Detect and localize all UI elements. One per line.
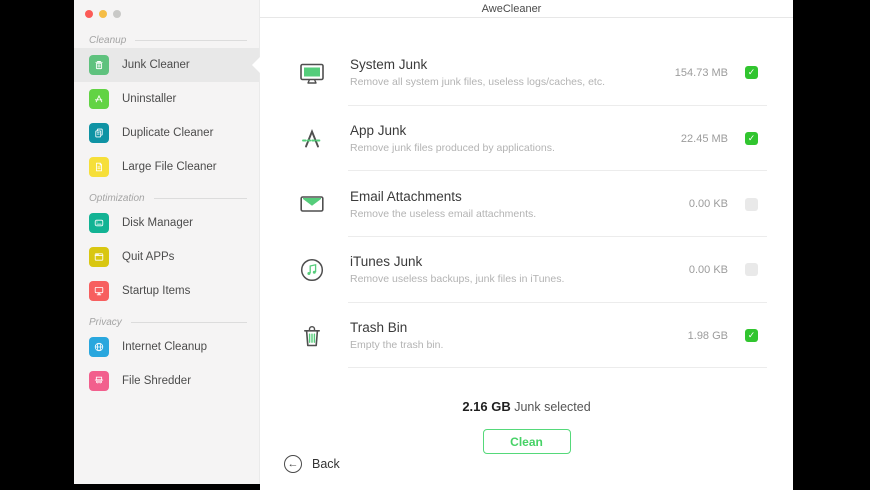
section-label: Optimization (89, 193, 145, 204)
sidebar-item-duplicate-cleaner[interactable]: Duplicate Cleaner (74, 116, 259, 150)
sidebar-item-startup-items[interactable]: Startup Items (74, 274, 259, 308)
row-email-attachments[interactable]: Email Attachments Remove the useless ema… (260, 171, 793, 237)
row-size: 0.00 KB (689, 198, 728, 210)
sidebar-item-quit-apps[interactable]: Quit APPs (74, 240, 259, 274)
envelope-icon (298, 190, 326, 218)
sidebar-item-file-shredder[interactable]: File Shredder (74, 364, 259, 398)
junk-selected-summary: 2.16 GB Junk selected (260, 399, 793, 414)
sidebar: Cleanup Junk Cleaner Uninstaller (74, 0, 260, 484)
appstore-a-icon (298, 125, 326, 153)
screenshot-canvas: Cleanup Junk Cleaner Uninstaller (0, 0, 870, 490)
checkbox-email-attachments[interactable] (745, 198, 758, 211)
copy-pages-tile-icon (89, 123, 109, 143)
sidebar-item-label: Startup Items (122, 285, 190, 297)
sidebar-item-label: Junk Cleaner (122, 59, 190, 71)
minimize-window-button[interactable] (99, 10, 107, 18)
row-size: 22.45 MB (681, 133, 728, 145)
checkbox-system-junk[interactable] (745, 66, 758, 79)
monitor-icon (298, 59, 326, 87)
shredder-tile-icon (89, 371, 109, 391)
section-label: Cleanup (89, 35, 126, 46)
sidebar-item-label: Duplicate Cleaner (122, 127, 213, 139)
trash-bin-icon (298, 322, 326, 350)
clean-button[interactable]: Clean (483, 429, 571, 454)
summary-size: 2.16 GB (462, 399, 510, 414)
row-subtitle: Remove all system junk files, useless lo… (350, 76, 675, 88)
document-tile-icon (89, 157, 109, 177)
sidebar-item-large-file-cleaner[interactable]: Large File Cleaner (74, 150, 259, 184)
back-label: Back (312, 457, 340, 471)
appstore-tile-icon (89, 89, 109, 109)
monitor-tile-icon (89, 281, 109, 301)
globe-tile-icon (89, 337, 109, 357)
sidebar-section-cleanup: Cleanup (74, 32, 259, 48)
back-button[interactable]: ← Back (284, 455, 340, 473)
section-divider (131, 322, 247, 323)
row-title: System Junk (350, 57, 675, 72)
junk-category-list: System Junk Remove all system junk files… (260, 40, 793, 368)
row-itunes-junk[interactable]: iTunes Junk Remove useless backups, junk… (260, 237, 793, 303)
row-title: iTunes Junk (350, 254, 689, 269)
section-divider (154, 198, 247, 199)
sidebar-section-privacy: Privacy (74, 314, 259, 330)
sidebar-item-label: Uninstaller (122, 93, 176, 105)
row-title: Email Attachments (350, 189, 689, 204)
main-panel: AweCleaner System Junk Remove all system… (260, 0, 793, 490)
sidebar-item-uninstaller[interactable]: Uninstaller (74, 82, 259, 116)
zoom-window-button[interactable] (113, 10, 121, 18)
close-window-button[interactable] (85, 10, 93, 18)
window-title: AweCleaner (260, 0, 793, 18)
row-trash-bin[interactable]: Trash Bin Empty the trash bin. 1.98 GB (260, 303, 793, 369)
row-size: 1.98 GB (688, 330, 728, 342)
row-subtitle: Empty the trash bin. (350, 339, 688, 351)
section-label: Privacy (89, 317, 122, 328)
app-window: Cleanup Junk Cleaner Uninstaller (74, 0, 793, 490)
trash-tile-icon (89, 55, 109, 75)
checkbox-trash-bin[interactable] (745, 329, 758, 342)
sidebar-item-internet-cleanup[interactable]: Internet Cleanup (74, 330, 259, 364)
music-note-circle-icon (298, 256, 326, 284)
checkbox-itunes-junk[interactable] (745, 263, 758, 276)
row-subtitle: Remove useless backups, junk files in iT… (350, 273, 689, 285)
row-title: Trash Bin (350, 320, 688, 335)
back-arrow-icon: ← (284, 455, 302, 473)
row-subtitle: Remove the useless email attachments. (350, 208, 689, 220)
sidebar-item-junk-cleaner[interactable]: Junk Cleaner (74, 48, 259, 82)
row-subtitle: Remove junk files produced by applicatio… (350, 142, 681, 154)
sidebar-section-optimization: Optimization (74, 190, 259, 206)
section-divider (135, 40, 247, 41)
row-size: 154.73 MB (675, 67, 728, 79)
summary-label: Junk selected (511, 400, 591, 414)
sidebar-item-label: Large File Cleaner (122, 161, 217, 173)
sidebar-item-disk-manager[interactable]: Disk Manager (74, 206, 259, 240)
checkbox-app-junk[interactable] (745, 132, 758, 145)
app-window-tile-icon (89, 247, 109, 267)
disk-drive-tile-icon (89, 213, 109, 233)
sidebar-bottom-mat (74, 484, 260, 490)
sidebar-item-label: Internet Cleanup (122, 341, 207, 353)
row-system-junk[interactable]: System Junk Remove all system junk files… (260, 40, 793, 106)
row-app-junk[interactable]: App Junk Remove junk files produced by a… (260, 106, 793, 172)
traffic-lights (74, 0, 259, 20)
row-size: 0.00 KB (689, 264, 728, 276)
sidebar-item-label: Disk Manager (122, 217, 193, 229)
sidebar-item-label: Quit APPs (122, 251, 174, 263)
sidebar-item-label: File Shredder (122, 375, 191, 387)
row-title: App Junk (350, 123, 681, 138)
